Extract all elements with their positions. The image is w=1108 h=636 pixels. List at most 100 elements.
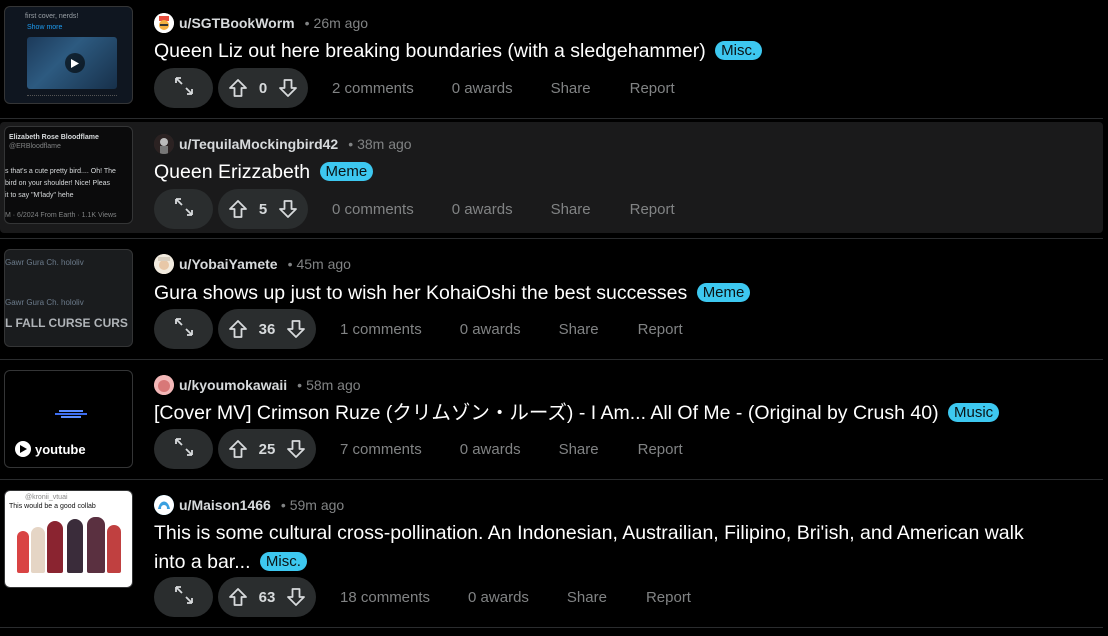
thumb-show-more: Show more	[27, 24, 63, 31]
share-button[interactable]: Share	[551, 80, 591, 97]
awards-button[interactable]: 0 awards	[452, 201, 513, 218]
flair-badge[interactable]: Meme	[696, 283, 751, 302]
post-item[interactable]: Elizabeth Rose Bloodflame @ERBloodflame …	[0, 122, 1103, 233]
expand-button[interactable]	[154, 577, 213, 617]
expand-icon	[173, 316, 195, 343]
awards-button[interactable]: 0 awards	[468, 589, 529, 606]
post-thumbnail[interactable]: Gawr Gura Ch. hololiv Gawr Gura Ch. holo…	[4, 249, 133, 347]
post-item[interactable]: youtube u/kyoumokawaii • 58m ago [Cover …	[0, 360, 1103, 480]
upvote-icon[interactable]	[226, 437, 250, 461]
post-title-text[interactable]: Gura shows up just to wish her KohaiOshi…	[154, 282, 687, 304]
flair-badge[interactable]: Music	[948, 403, 1000, 422]
username[interactable]: u/Maison1466	[179, 497, 271, 513]
awards-button[interactable]: 0 awards	[460, 441, 521, 458]
post-feed: first cover, nerds! Show more u/SGTBookW…	[0, 0, 1108, 636]
upvote-icon[interactable]	[226, 317, 250, 341]
post-meta: u/TequilaMockingbird42 • 38m ago	[154, 133, 412, 155]
post-time: 26m ago	[313, 15, 369, 31]
post-title-text[interactable]: Queen Erizzabeth	[154, 161, 310, 183]
username[interactable]: u/YobaiYamete	[179, 256, 278, 272]
post-title-text[interactable]: [Cover MV] Crimson Ruze (クリムゾン・ルーズ) - I …	[154, 402, 939, 424]
thumb-caption: first cover, nerds!	[25, 13, 79, 20]
share-button[interactable]: Share	[559, 441, 599, 458]
post-title[interactable]: Queen Liz out here breaking boundaries (…	[154, 37, 763, 66]
post-item[interactable]: Gawr Gura Ch. hololiv Gawr Gura Ch. holo…	[0, 240, 1103, 360]
avatar[interactable]	[154, 254, 174, 274]
comments-button[interactable]: 2 comments	[332, 80, 414, 97]
comments-button[interactable]: 18 comments	[340, 589, 430, 606]
vote-control: 25	[218, 429, 316, 469]
avatar[interactable]	[154, 134, 174, 154]
flair-badge[interactable]: Meme	[319, 162, 374, 181]
flair-badge[interactable]: Misc.	[259, 552, 307, 571]
separator-dot: •	[304, 15, 310, 31]
thumb-caption: @ERBloodflame	[9, 143, 61, 150]
vote-control: 36	[218, 309, 316, 349]
upvote-icon[interactable]	[226, 76, 250, 100]
youtube-label: youtube	[35, 441, 86, 457]
post-item[interactable]: first cover, nerds! Show more u/SGTBookW…	[0, 0, 1103, 119]
thumb-caption: it to say "M'lady" hehe	[5, 192, 74, 199]
post-actions: 63 18 comments 0 awards Share Report	[154, 577, 691, 617]
thumb-caption: bird on your shoulder! Nice! Pleas	[5, 180, 111, 187]
post-title[interactable]: [Cover MV] Crimson Ruze (クリムゾン・ルーズ) - I …	[154, 399, 1000, 428]
report-button[interactable]: Report	[638, 321, 683, 338]
comments-button[interactable]: 7 comments	[340, 441, 422, 458]
share-button[interactable]: Share	[551, 201, 591, 218]
expand-button[interactable]	[154, 429, 213, 469]
username[interactable]: u/TequilaMockingbird42	[179, 136, 338, 152]
thumb-caption: This would be a good collab	[9, 503, 96, 510]
vote-score: 0	[258, 79, 268, 97]
post-thumbnail[interactable]: youtube	[4, 370, 133, 468]
awards-button[interactable]: 0 awards	[460, 321, 521, 338]
downvote-icon[interactable]	[284, 317, 308, 341]
vote-score: 5	[258, 200, 268, 218]
vote-control: 5	[218, 189, 308, 229]
username[interactable]: u/kyoumokawaii	[179, 377, 287, 393]
expand-button[interactable]	[154, 309, 213, 349]
avatar[interactable]	[154, 13, 174, 33]
post-time: 59m ago	[289, 497, 345, 513]
expand-button[interactable]	[154, 189, 213, 229]
awards-button[interactable]: 0 awards	[452, 80, 513, 97]
downvote-icon[interactable]	[284, 585, 308, 609]
username[interactable]: u/SGTBookWorm	[179, 15, 295, 31]
thumb-caption: Gawr Gura Ch. hololiv	[5, 258, 84, 267]
report-button[interactable]: Report	[638, 441, 683, 458]
expand-button[interactable]	[154, 68, 213, 108]
post-meta: u/SGTBookWorm • 26m ago	[154, 12, 368, 34]
divider	[0, 238, 1103, 239]
flair-badge[interactable]: Misc.	[715, 41, 763, 60]
post-thumbnail[interactable]: Elizabeth Rose Bloodflame @ERBloodflame …	[4, 126, 133, 224]
downvote-icon[interactable]	[276, 197, 300, 221]
separator-dot: •	[280, 497, 286, 513]
post-title-line[interactable]: into a bar...	[154, 551, 250, 573]
post-title[interactable]: Gura shows up just to wish her KohaiOshi…	[154, 279, 751, 308]
youtube-icon	[15, 441, 31, 457]
post-title[interactable]: This is some cultural cross-pollination.…	[154, 519, 1094, 577]
share-button[interactable]: Share	[567, 589, 607, 606]
post-thumbnail[interactable]: @kronii_vtuai This would be a good colla…	[4, 490, 133, 588]
avatar[interactable]	[154, 375, 174, 395]
downvote-icon[interactable]	[284, 437, 308, 461]
share-button[interactable]: Share	[559, 321, 599, 338]
post-title[interactable]: Queen Erizzabeth Meme	[154, 158, 374, 187]
post-thumbnail[interactable]: first cover, nerds! Show more	[4, 6, 133, 104]
post-title-text[interactable]: Queen Liz out here breaking boundaries (…	[154, 40, 706, 62]
comments-button[interactable]: 1 comments	[340, 321, 422, 338]
vote-control: 63	[218, 577, 316, 617]
report-button[interactable]: Report	[630, 201, 675, 218]
post-title-line[interactable]: This is some cultural cross-pollination.…	[154, 519, 1094, 548]
report-button[interactable]: Report	[630, 80, 675, 97]
post-time: 58m ago	[306, 377, 361, 393]
comments-button[interactable]: 0 comments	[332, 201, 414, 218]
report-button[interactable]: Report	[646, 589, 691, 606]
upvote-icon[interactable]	[226, 197, 250, 221]
upvote-icon[interactable]	[226, 585, 250, 609]
thumb-caption: s that's a cute pretty bird.... Oh! The	[5, 168, 116, 175]
avatar[interactable]	[154, 495, 174, 515]
vote-score: 63	[258, 588, 276, 606]
post-title-line-2: into a bar... Misc.	[154, 548, 1094, 577]
post-item[interactable]: @kronii_vtuai This would be a good colla…	[0, 480, 1103, 628]
downvote-icon[interactable]	[276, 76, 300, 100]
